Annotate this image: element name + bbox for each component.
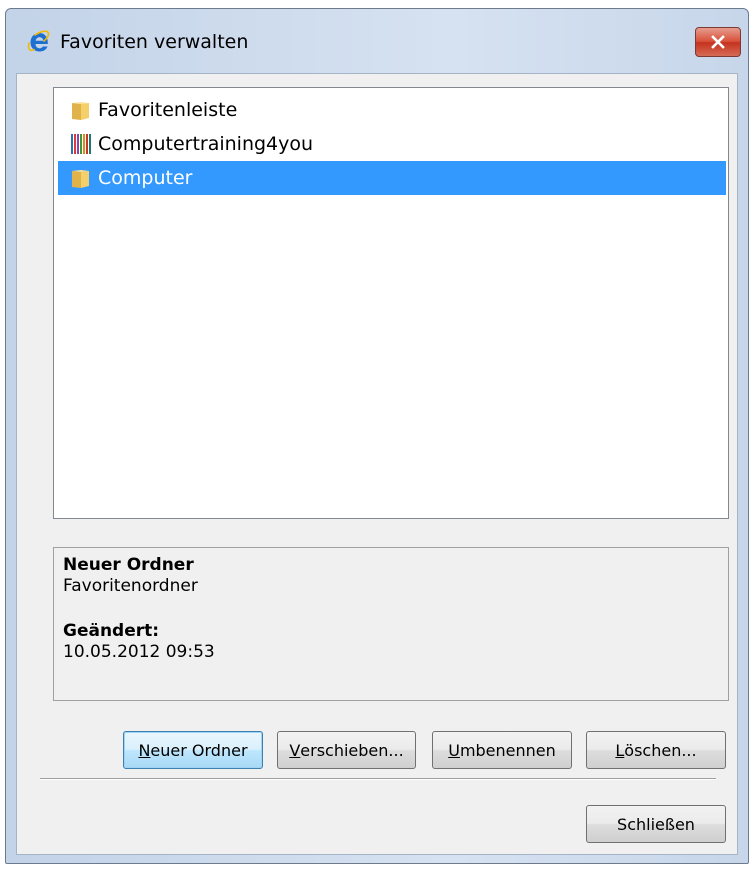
folder-icon (69, 166, 93, 190)
button-label: mbenennen (459, 740, 556, 760)
move-button[interactable]: Verschieben... (277, 731, 416, 769)
accesskey: L (615, 740, 625, 760)
item-name: Neuer Ordner (63, 555, 194, 575)
delete-button[interactable]: Löschen... (586, 731, 726, 769)
dialog-client-area: Favoritenleiste Computertraining4you Com… (16, 73, 738, 855)
list-item-label: Favoritenleiste (98, 99, 238, 121)
internet-explorer-icon (27, 30, 51, 54)
separator (40, 778, 716, 780)
accesskey: V (289, 740, 301, 760)
close-icon (711, 35, 725, 49)
list-item-computer[interactable]: Computer (58, 161, 726, 195)
button-label: euer Ordner (150, 740, 248, 760)
list-item-label: Computertraining4you (98, 133, 314, 155)
accesskey: N (138, 740, 151, 760)
close-button[interactable]: Schließen (586, 805, 726, 843)
window-title: Favoriten verwalten (60, 31, 249, 53)
folder-icon (69, 98, 93, 122)
list-item-label: Computer (98, 167, 193, 189)
button-label: erschieben... (300, 740, 404, 760)
title-bar[interactable]: Favoriten verwalten (6, 9, 748, 73)
item-type: Favoritenordner (63, 576, 198, 596)
rename-button[interactable]: Umbenennen (432, 731, 572, 769)
favorites-list[interactable]: Favoritenleiste Computertraining4you Com… (53, 87, 729, 519)
new-folder-button[interactable]: Neuer Ordner (123, 731, 263, 769)
close-window-button[interactable] (695, 27, 741, 57)
modified-value: 10.05.2012 09:53 (63, 642, 215, 662)
dialog-window: Favoriten verwalten Favoritenleiste Comp… (5, 8, 749, 864)
favorite-site-icon (69, 132, 93, 156)
modified-label: Geändert: (63, 621, 160, 641)
list-item-favoritenleiste[interactable]: Favoritenleiste (58, 93, 726, 127)
button-label: öschen... (624, 740, 697, 760)
list-item-computertraining4you[interactable]: Computertraining4you (58, 127, 726, 161)
details-panel: Neuer Ordner Favoritenordner Geändert: 1… (53, 547, 729, 701)
accesskey: U (448, 740, 460, 760)
